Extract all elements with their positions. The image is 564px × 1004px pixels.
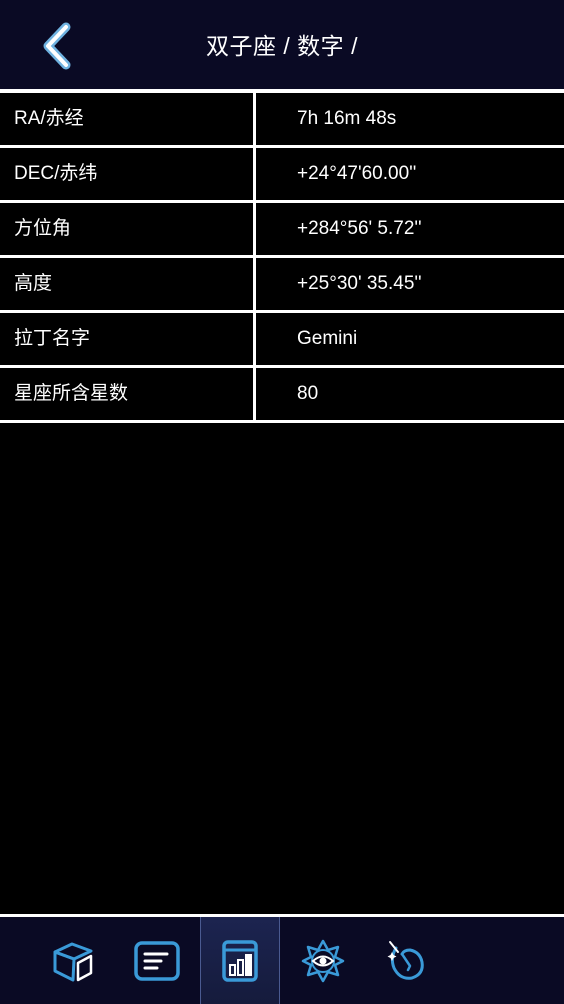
row-label: 星座所含星数 <box>0 368 256 420</box>
row-value: Gemini <box>297 328 358 349</box>
table-row: 高度 +25°30' 35.45'' <box>0 258 564 313</box>
tab-observe[interactable] <box>283 917 363 1004</box>
eye-star-icon <box>301 939 345 982</box>
tab-statistics[interactable] <box>200 917 280 1004</box>
row-label: RA/赤经 <box>0 93 256 145</box>
tab-text-list[interactable] <box>117 917 197 1004</box>
row-value: +25°30' 35.45'' <box>297 273 422 294</box>
cube-icon <box>53 942 93 981</box>
table-row: 星座所含星数 80 <box>0 368 564 423</box>
row-value: +284°56' 5.72'' <box>297 218 422 239</box>
tab-cube[interactable] <box>34 917 114 1004</box>
table-row: RA/赤经 7h 16m 48s <box>0 93 564 148</box>
row-value: +24°47'60.00'' <box>297 163 417 184</box>
page-title: 双子座 / 数字 / <box>206 33 358 59</box>
bottom-nav <box>0 917 564 1004</box>
text-list-icon <box>134 940 180 981</box>
row-label: 高度 <box>0 258 256 310</box>
row-value: 80 <box>297 383 319 404</box>
row-label: 方位角 <box>0 203 256 255</box>
table-row: 拉丁名字 Gemini <box>0 313 564 368</box>
table-row: DEC/赤纬 +24°47'60.00'' <box>0 148 564 203</box>
table-row: 方位角 +284°56' 5.72'' <box>0 203 564 258</box>
row-value: 7h 16m 48s <box>297 108 397 129</box>
row-label: 拉丁名字 <box>0 313 256 365</box>
info-table: RA/赤经 7h 16m 48s DEC/赤纬 +24°47'60.00'' 方… <box>0 93 564 423</box>
unicorn-icon <box>387 940 424 980</box>
header-bar: 双子座 / 数字 / <box>0 0 564 90</box>
tab-monoceros[interactable] <box>366 917 446 1004</box>
bar-chart-icon <box>222 939 258 982</box>
row-label: DEC/赤纬 <box>0 148 256 200</box>
app-root: 双子座 / 数字 / RA/赤经 7h 16m 48s DEC/赤纬 +24°4… <box>0 0 564 1004</box>
